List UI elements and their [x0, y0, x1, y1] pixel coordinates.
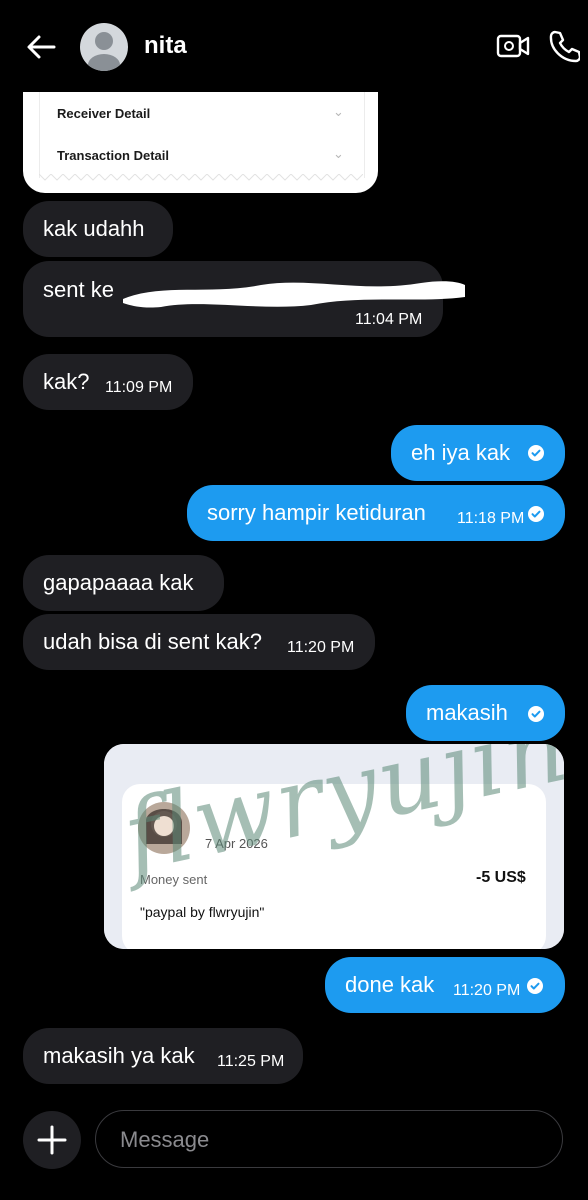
- message-text: sent ke: [43, 277, 114, 302]
- message-time: 11:09 PM: [105, 379, 173, 396]
- message-incoming[interactable]: udah bisa di sent kak? 11:20 PM: [23, 614, 375, 670]
- message-incoming[interactable]: kak udahh: [23, 201, 173, 257]
- read-check-icon: [528, 506, 544, 522]
- message-text: eh iya kak: [411, 440, 511, 465]
- message-time: 11:18 PM: [457, 510, 525, 527]
- read-check-icon: [528, 445, 544, 461]
- message-incoming[interactable]: makasih ya kak 11:25 PM: [23, 1028, 303, 1084]
- message-incoming[interactable]: kak? 11:09 PM: [23, 354, 193, 410]
- message-outgoing[interactable]: eh iya kak: [391, 425, 565, 481]
- payment-note: "paypal by flwryujin": [140, 904, 265, 920]
- message-incoming[interactable]: sent ke 11:04 PM: [23, 261, 465, 337]
- back-arrow-icon[interactable]: [24, 30, 58, 64]
- message-text: makasih: [426, 700, 508, 725]
- phone-icon[interactable]: [548, 29, 582, 63]
- message-text: udah bisa di sent kak?: [43, 629, 262, 654]
- message-text: kak?: [43, 369, 90, 394]
- message-outgoing[interactable]: makasih: [406, 685, 565, 741]
- message-outgoing[interactable]: done kak 11:20 PM: [325, 957, 565, 1013]
- message-time: 11:04 PM: [355, 311, 423, 328]
- chevron-down-icon: ⌄: [333, 146, 344, 161]
- message-input-container[interactable]: [95, 1110, 563, 1169]
- avatar[interactable]: [80, 23, 128, 71]
- message-time: 11:25 PM: [217, 1053, 285, 1070]
- message-text: kak udahh: [43, 216, 145, 241]
- message-outgoing[interactable]: sorry hampir ketiduran 11:18 PM: [187, 485, 565, 541]
- message-text: done kak: [345, 972, 435, 997]
- read-check-icon: [527, 978, 543, 994]
- contact-name[interactable]: nita: [144, 32, 187, 60]
- receiver-detail-label: Receiver Detail: [57, 106, 151, 121]
- message-time: 11:20 PM: [287, 639, 355, 656]
- avatar-placeholder-icon: [88, 32, 120, 71]
- video-call-icon[interactable]: [496, 31, 530, 61]
- chevron-down-icon: ⌄: [333, 104, 344, 119]
- message-incoming[interactable]: gapapaaaa kak: [23, 555, 224, 611]
- message-text: sorry hampir ketiduran: [207, 500, 426, 525]
- attach-button[interactable]: [23, 1111, 81, 1169]
- read-check-icon: [528, 706, 544, 722]
- payment-amount: -5 US$: [476, 869, 526, 886]
- receipt-edge: [39, 174, 363, 181]
- message-time: 11:20 PM: [453, 982, 521, 999]
- transaction-detail-label: Transaction Detail: [57, 148, 169, 163]
- receipt-panel: [39, 90, 365, 178]
- redaction-scribble: [123, 281, 465, 308]
- receipt-image-message[interactable]: Receiver Detail ⌄ Transaction Detail ⌄: [23, 90, 378, 193]
- message-text: makasih ya kak: [43, 1043, 195, 1068]
- plus-icon: [37, 1125, 67, 1155]
- chat-header: nita: [0, 0, 588, 92]
- message-text: gapapaaaa kak: [43, 570, 194, 595]
- payment-image-message[interactable]: 7 Apr 2026 Money sent -5 US$ "paypal by …: [104, 744, 564, 949]
- message-input[interactable]: [118, 1111, 542, 1169]
